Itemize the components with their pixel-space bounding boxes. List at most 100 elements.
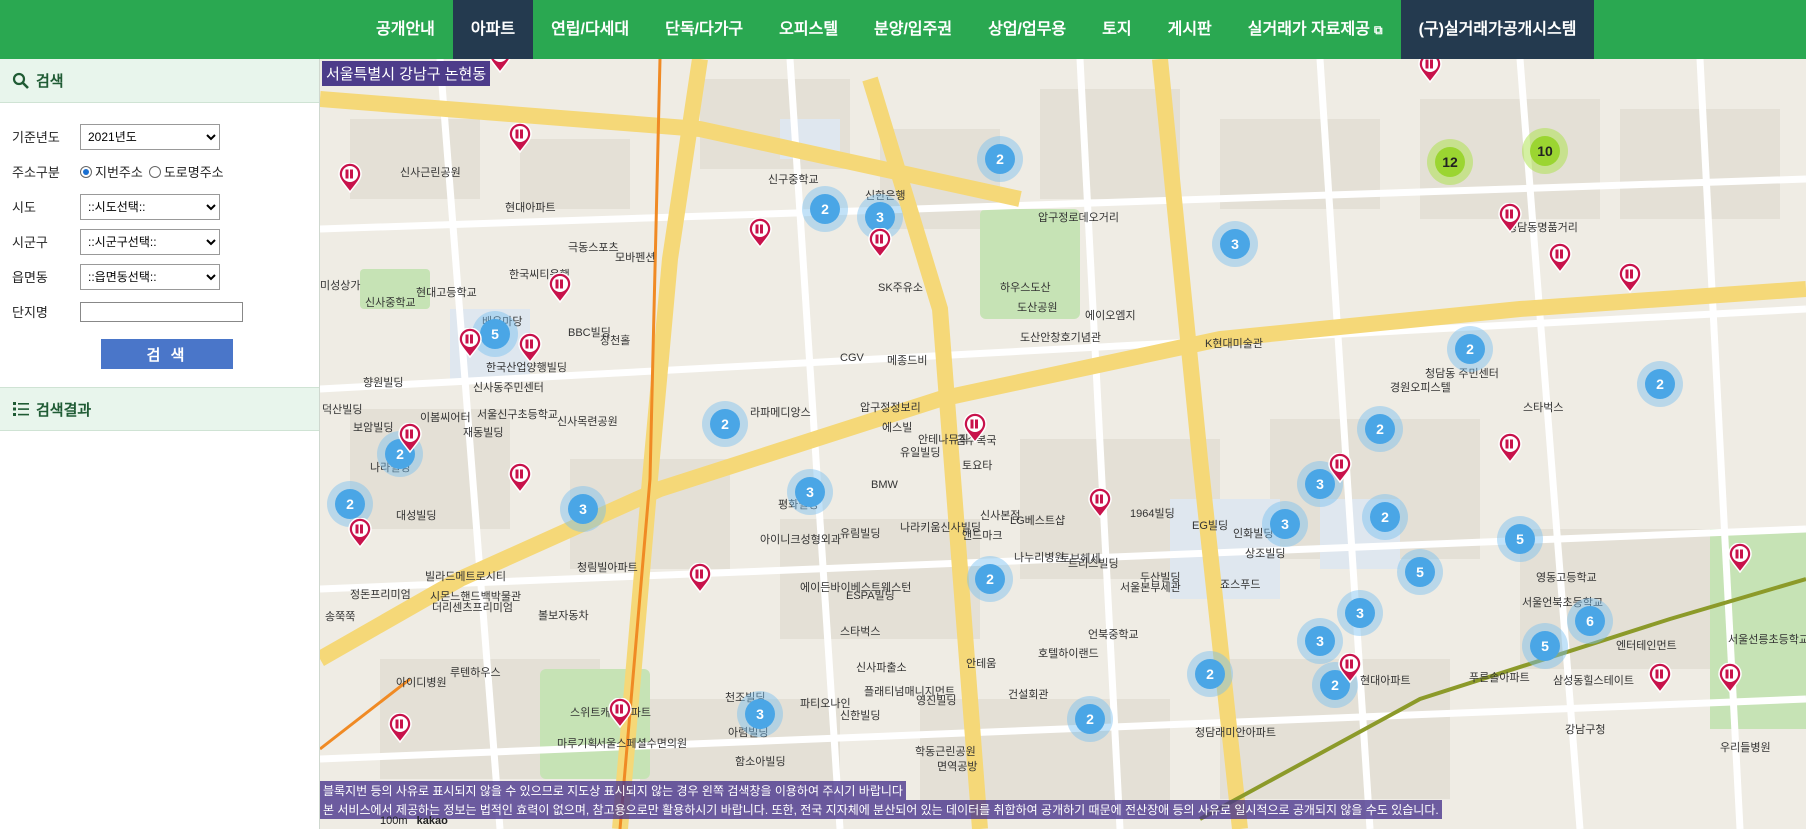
transaction-cluster-marker[interactable]: 3 [787, 469, 833, 515]
apartment-pin-icon[interactable] [963, 413, 987, 443]
apartment-pin-icon[interactable] [1618, 263, 1642, 293]
map-place-label: 에스빌 [882, 422, 913, 434]
nav-item-10[interactable]: (구)실거래가공개시스템 [1400, 0, 1595, 59]
map-place-label: 현대고등학교 [416, 287, 477, 299]
apartment-pin-icon[interactable] [1088, 488, 1112, 518]
lot-address-radio[interactable]: 지번주소 [80, 162, 143, 181]
cluster-count: 2 [710, 409, 740, 439]
map-place-label: 서울본부세관 [1120, 582, 1181, 594]
sigungu-select[interactable]: ::시군구선택:: [80, 228, 220, 255]
nav-item-9[interactable]: 실거래가 자료제공 ⧉ [1230, 0, 1401, 59]
nav-item-3[interactable]: 단독/다가구 [647, 0, 761, 59]
transaction-cluster-marker[interactable]: 5 [1522, 623, 1568, 669]
apartment-pin-icon[interactable] [338, 163, 362, 193]
transaction-cluster-marker[interactable]: 2 [1637, 361, 1683, 407]
search-sidebar: 검색 기준년도 2021년도 주소구분 지번주소 도로명주소 시도 ::시도선택… [0, 59, 320, 829]
nav-item-6[interactable]: 상업/업무용 [970, 0, 1084, 59]
dong-select[interactable]: ::읍면동선택:: [80, 263, 220, 290]
map-place-label: 안테움 [966, 658, 997, 670]
nav-item-0[interactable]: 공개안내 [358, 0, 453, 59]
map-place-label: 언북중학교 [1088, 629, 1139, 641]
transaction-cluster-marker[interactable]: 2 [702, 401, 748, 447]
nav-item-4[interactable]: 오피스텔 [761, 0, 856, 59]
transaction-cluster-marker[interactable]: 3 [1212, 221, 1258, 267]
apartment-pin-icon[interactable] [348, 518, 372, 548]
map-place-label: 대성빌딩 [396, 510, 437, 522]
list-icon [13, 402, 29, 416]
transaction-cluster-marker[interactable]: 3 [1262, 501, 1308, 547]
dong-label: 읍면동 [12, 270, 48, 285]
apartment-pin-icon[interactable] [1418, 59, 1442, 83]
apartment-pin-icon[interactable] [688, 563, 712, 593]
nav-item-2[interactable]: 연립/다세대 [533, 0, 647, 59]
transaction-cluster-marker[interactable]: 2 [1447, 326, 1493, 372]
map-place-label: 건설회관 [1008, 689, 1049, 701]
map-place-label: 이봄씨어터 [420, 412, 471, 424]
apartment-pin-icon[interactable] [1728, 543, 1752, 573]
map-place-label: 영동고등학교 [1536, 572, 1597, 584]
transaction-cluster-marker[interactable]: 5 [1397, 549, 1443, 595]
transaction-cluster-marker[interactable]: 2 [1357, 406, 1403, 452]
transaction-cluster-marker[interactable]: 3 [737, 691, 783, 737]
results-section-header: 검색결과 [0, 387, 319, 431]
transaction-cluster-marker[interactable]: 10 [1522, 128, 1568, 174]
transaction-cluster-marker[interactable]: 3 [1297, 618, 1343, 664]
complex-name-input[interactable] [80, 301, 243, 322]
transaction-cluster-marker[interactable]: 2 [977, 136, 1023, 182]
transaction-cluster-marker[interactable]: 3 [560, 486, 606, 532]
apartment-pin-icon[interactable] [508, 463, 532, 493]
apartment-pin-icon[interactable] [1548, 243, 1572, 273]
road-address-radio[interactable]: 도로명주소 [148, 162, 224, 181]
map-place-label: 호텔하이랜드 [1038, 648, 1099, 660]
apartment-pin-icon[interactable] [388, 713, 412, 743]
map-place-label: 메종드비 [887, 355, 928, 367]
map-place-label: 하우스도산 [1000, 282, 1051, 294]
map-view[interactable]: 서울특별시 강남구 논현동 신사근린공원 현대아파트 극동스포츠 모바펜션 한국씨티은행… [320, 59, 1806, 829]
map-place-label: 함소아빌딩 [735, 756, 786, 768]
transaction-cluster-marker[interactable]: 2 [1067, 696, 1113, 742]
transaction-cluster-marker[interactable]: 3 [1337, 590, 1383, 636]
transaction-cluster-marker[interactable]: 6 [1567, 598, 1613, 644]
nav-item-8[interactable]: 게시판 [1150, 0, 1230, 59]
nav-item-1[interactable]: 아파트 [452, 0, 534, 59]
cluster-count: 12 [1435, 147, 1465, 177]
map-place-label: LG베스트샵 [1010, 515, 1066, 527]
apartment-pin-icon[interactable] [868, 228, 892, 258]
apartment-pin-icon[interactable] [508, 123, 532, 153]
apartment-pin-icon[interactable] [398, 423, 422, 453]
apartment-pin-icon[interactable] [1338, 653, 1362, 683]
apartment-pin-icon[interactable] [608, 698, 632, 728]
apartment-pin-icon[interactable] [488, 59, 512, 73]
sido-select[interactable]: ::시도선택:: [80, 193, 220, 220]
apartment-pin-icon[interactable] [548, 273, 572, 303]
apartment-pin-icon[interactable] [1328, 453, 1352, 483]
cluster-count: 3 [568, 494, 598, 524]
year-select[interactable]: 2021년도 [80, 123, 220, 150]
cluster-count: 2 [1370, 502, 1400, 532]
map-place-label: EG빌딩 [1192, 520, 1229, 532]
map-place-label: 아이니크성형외과 [760, 534, 841, 546]
map-place-label: 볼보자동차 [538, 610, 589, 622]
transaction-cluster-marker[interactable]: 2 [802, 186, 848, 232]
transaction-cluster-marker[interactable]: 2 [1362, 494, 1408, 540]
map-place-label: 유일빌딩 [900, 447, 941, 459]
apartment-pin-icon[interactable] [1718, 663, 1742, 693]
apartment-pin-icon[interactable] [1498, 433, 1522, 463]
nav-item-7[interactable]: 토지 [1084, 0, 1149, 59]
map-place-label: 유림빌딩 [840, 528, 881, 540]
map-place-label: 압구정로데오거리 [1038, 212, 1119, 224]
apartment-pin-icon[interactable] [458, 328, 482, 358]
apartment-pin-icon[interactable] [1498, 203, 1522, 233]
transaction-cluster-marker[interactable]: 2 [1187, 651, 1233, 697]
transaction-cluster-marker[interactable]: 2 [967, 556, 1013, 602]
map-place-label: 현대아파트 [505, 202, 556, 214]
transaction-cluster-marker[interactable]: 12 [1427, 139, 1473, 185]
cluster-count: 3 [1270, 509, 1300, 539]
nav-item-5[interactable]: 분양/입주권 [856, 0, 970, 59]
apartment-pin-icon[interactable] [748, 218, 772, 248]
search-button[interactable]: 검 색 [101, 339, 233, 369]
apartment-pin-icon[interactable] [1648, 663, 1672, 693]
apartment-pin-icon[interactable] [518, 333, 542, 363]
transaction-cluster-marker[interactable]: 5 [1497, 516, 1543, 562]
year-label: 기준년도 [12, 130, 60, 145]
